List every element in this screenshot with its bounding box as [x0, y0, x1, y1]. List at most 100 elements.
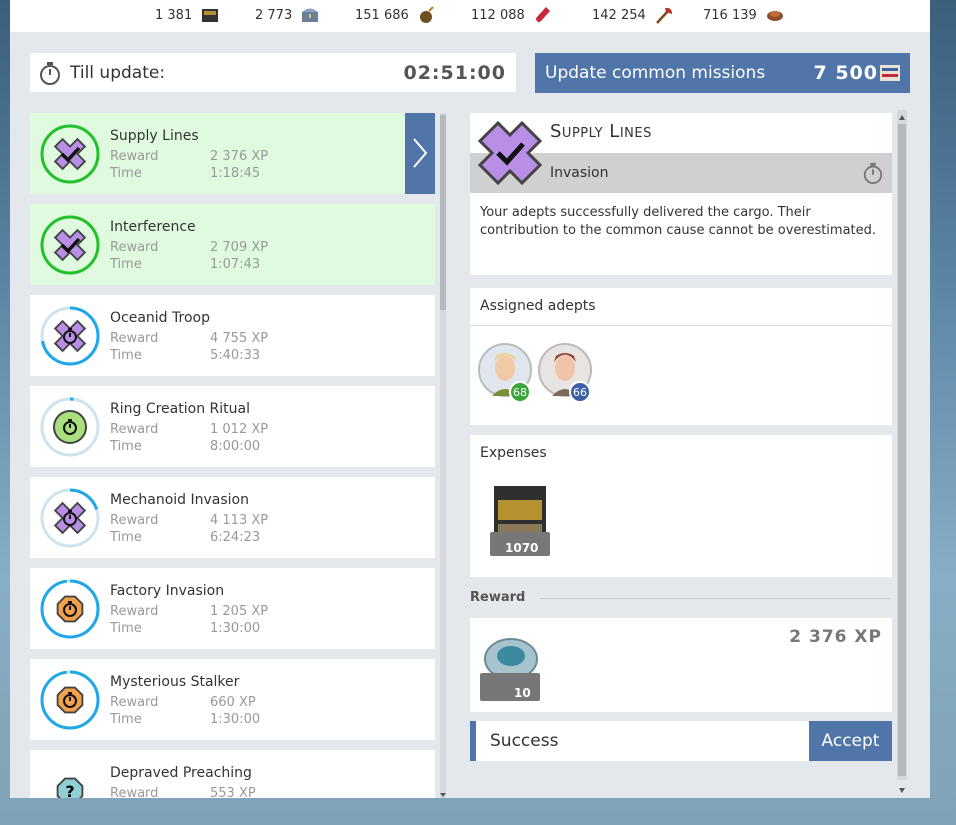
resource-value: 112 088 — [471, 7, 525, 23]
resource-vial: 112 088 — [471, 5, 553, 25]
resource-value: 2 773 — [255, 7, 293, 23]
mission-reward: 1 012 XP — [210, 422, 269, 437]
mission-reward: 2 376 XP — [210, 149, 269, 164]
reward-label: Reward — [470, 590, 526, 605]
mission-card[interactable]: Interference Reward 2 709 XP Time 1:07:43 — [30, 204, 435, 285]
update-label: Update common missions — [545, 63, 766, 83]
mission-card[interactable]: Ring Creation Ritual Reward 1 012 XP Time 8:… — [30, 386, 435, 467]
resource-ammo: 1 381 — [155, 5, 220, 25]
mission-card[interactable]: Mysterious Stalker Reward 660 XP Time 1:30:0… — [30, 659, 435, 740]
mission-status-ring — [40, 215, 100, 275]
mission-time-label: Time — [110, 530, 142, 545]
detail-header: Invasion Supply Lines Your adepts succes… — [470, 113, 892, 275]
assigned-adepts-label: Assigned adepts — [480, 298, 596, 314]
mission-time: 1:18:45 — [210, 166, 261, 181]
update-cost: 7 500 — [813, 62, 878, 84]
resource-chest: 2 773 — [255, 5, 320, 25]
currency-icon — [880, 65, 900, 81]
crystal-coin-icon — [480, 638, 540, 701]
resource-value: 142 254 — [592, 7, 646, 23]
expense-count: 1070 — [505, 541, 539, 555]
mission-reward-label: Reward — [110, 513, 159, 528]
mission-name: Interference — [110, 219, 196, 235]
detail-title: Supply Lines — [550, 121, 652, 142]
mission-list: Supply Lines Reward 2 376 XP Time 1:18:45 Int… — [30, 113, 435, 798]
mission-status-ring — [40, 397, 100, 457]
resource-bomb: 151 686 — [355, 5, 437, 25]
detail-subtitle: Invasion — [550, 165, 609, 181]
resource-value: 1 381 — [155, 7, 193, 23]
mission-name: Oceanid Troop — [110, 310, 210, 326]
mission-time-label: Time — [110, 621, 142, 636]
mission-status-ring: ? — [56, 777, 84, 798]
mission-card[interactable]: Supply Lines Reward 2 376 XP Time 1:18:45 — [30, 113, 435, 194]
detail-scrollbar[interactable] — [895, 110, 907, 798]
mission-panel: 1 381 2 773 151 686 112 088 142 254 716 … — [10, 0, 930, 798]
mission-name: Mysterious Stalker — [110, 674, 240, 690]
mission-card[interactable]: Mechanoid Invasion Reward 4 113 XP Time 6:24… — [30, 477, 435, 558]
mission-reward: 660 XP — [210, 695, 256, 710]
mission-card[interactable]: Factory Invasion Reward 1 205 XP Time 1:30:0… — [30, 568, 435, 649]
stopwatch-icon — [863, 162, 883, 184]
chevron-right-icon[interactable] — [405, 113, 435, 194]
mission-list-scrollbar[interactable] — [438, 113, 448, 798]
timer-value: 02:51:00 — [403, 62, 506, 84]
mission-reward: 2 709 XP — [210, 240, 269, 255]
detail-description: Your adepts successfully delivered the c… — [480, 205, 877, 238]
mission-time: 1:30:00 — [210, 621, 261, 636]
adept-avatar[interactable]: 66 — [538, 342, 594, 404]
treasure-chest-icon — [302, 8, 319, 22]
mission-card[interactable]: ?Depraved PreachingReward553 XPTime — [30, 750, 435, 798]
mission-name: Mechanoid Invasion — [110, 492, 249, 508]
mission-reward-label: Reward — [110, 695, 159, 710]
mission-time: 1:07:43 — [210, 257, 261, 272]
mission-time: 5:40:33 — [210, 348, 261, 363]
stopwatch-icon — [40, 62, 60, 85]
mission-time-label: Time — [110, 439, 142, 454]
reward-section: 10 2 376 XP — [470, 618, 892, 712]
adept-avatar[interactable]: 68 — [478, 342, 534, 404]
adept-level: 68 — [513, 386, 527, 399]
adept-level: 66 — [573, 386, 587, 399]
mission-reward-label: Reward — [110, 149, 159, 164]
mission-status-ring — [40, 670, 100, 730]
mission-reward-label: Reward — [110, 422, 159, 437]
expenses-section: Expenses 1070 — [470, 435, 892, 577]
mission-status-ring — [40, 306, 100, 366]
mission-status: Success — [470, 721, 810, 761]
mission-card[interactable]: Oceanid Troop Reward 4 755 XP Time 5:40:33 — [30, 295, 435, 376]
update-missions-button[interactable]: Update common missions 7 500 — [535, 53, 910, 93]
mission-time: 6:24:23 — [210, 530, 261, 545]
resource-axe: 142 254 — [592, 5, 674, 25]
bomb-icon — [419, 6, 434, 23]
mission-status-ring — [40, 124, 100, 184]
reward-count: 10 — [514, 686, 531, 700]
mission-reward-label: Reward — [110, 240, 159, 255]
resource-shell: 716 139 — [703, 5, 785, 25]
mission-reward: 4 755 XP — [210, 331, 269, 346]
mission-name: Supply Lines — [110, 128, 199, 144]
mission-reward: 553 XP — [210, 786, 256, 798]
mission-detail: Invasion Supply Lines Your adepts succes… — [470, 113, 892, 773]
mission-complete-icon — [478, 121, 542, 185]
mission-time-label: Time — [110, 348, 142, 363]
mission-time-label: Time — [110, 712, 142, 727]
resource-bar: 1 381 2 773 151 686 112 088 142 254 716 … — [10, 0, 930, 32]
accept-button[interactable]: Accept — [809, 721, 892, 761]
mission-time-label: Time — [110, 166, 142, 181]
shell-icon — [766, 11, 783, 21]
mission-status-ring — [40, 579, 100, 639]
axe-icon — [655, 7, 672, 24]
mission-reward: 4 113 XP — [210, 513, 269, 528]
mission-reward: 1 205 XP — [210, 604, 269, 619]
resource-value: 716 139 — [703, 7, 757, 23]
potion-vial-icon — [535, 7, 550, 22]
assigned-adepts-section: Assigned adepts 68 66 — [470, 288, 892, 425]
reward-xp: 2 376 XP — [789, 627, 882, 647]
resource-value: 151 686 — [355, 7, 409, 23]
reward-divider — [540, 598, 890, 599]
mission-time: 1:30:00 — [210, 712, 261, 727]
update-timer: Till update: 02:51:00 — [30, 53, 516, 92]
mission-name: Ring Creation Ritual — [110, 401, 250, 417]
mission-status-ring — [40, 488, 100, 548]
